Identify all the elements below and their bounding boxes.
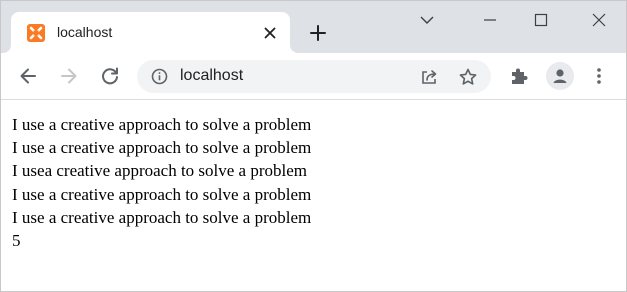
output-count: 5: [12, 230, 21, 250]
close-tab-icon[interactable]: [261, 24, 279, 42]
kebab-menu-icon[interactable]: [588, 65, 610, 87]
output-line: I use a creative approach to solve a pro…: [12, 115, 312, 134]
address-bar[interactable]: localhost: [137, 60, 491, 93]
arrow-left-icon[interactable]: [17, 65, 39, 87]
address-text[interactable]: localhost: [180, 67, 243, 85]
chevron-down-icon[interactable]: [416, 9, 438, 31]
plus-icon[interactable]: [308, 23, 328, 43]
maximize-icon[interactable]: [530, 9, 552, 31]
info-icon[interactable]: [151, 68, 168, 85]
reload-icon[interactable]: [99, 65, 121, 87]
tab-localhost[interactable]: localhost: [11, 12, 290, 53]
xampp-icon: [27, 24, 45, 42]
output-line: I use a creative approach to solve a pro…: [12, 184, 312, 204]
minimize-icon[interactable]: [479, 9, 501, 31]
page-content: I use a creative approach to solve a pro…: [12, 113, 612, 252]
person-icon[interactable]: [546, 62, 574, 90]
output-line: I use a creative approach to solve a pro…: [12, 207, 312, 227]
puzzle-icon[interactable]: [508, 65, 530, 87]
toolbar: localhost: [1, 53, 626, 100]
share-icon[interactable]: [419, 67, 439, 87]
star-icon[interactable]: [458, 67, 478, 87]
close-icon[interactable]: [588, 9, 610, 31]
arrow-right-icon[interactable]: [58, 65, 80, 87]
browser-window: localhost localhost I use a creative app…: [0, 0, 627, 292]
tab-title: localhost: [57, 24, 113, 40]
output-line: I use a creative approach to solve a pro…: [12, 138, 312, 158]
output-line: I usea creative approach to solve a prob…: [12, 161, 308, 181]
tab-strip: localhost: [1, 1, 626, 53]
